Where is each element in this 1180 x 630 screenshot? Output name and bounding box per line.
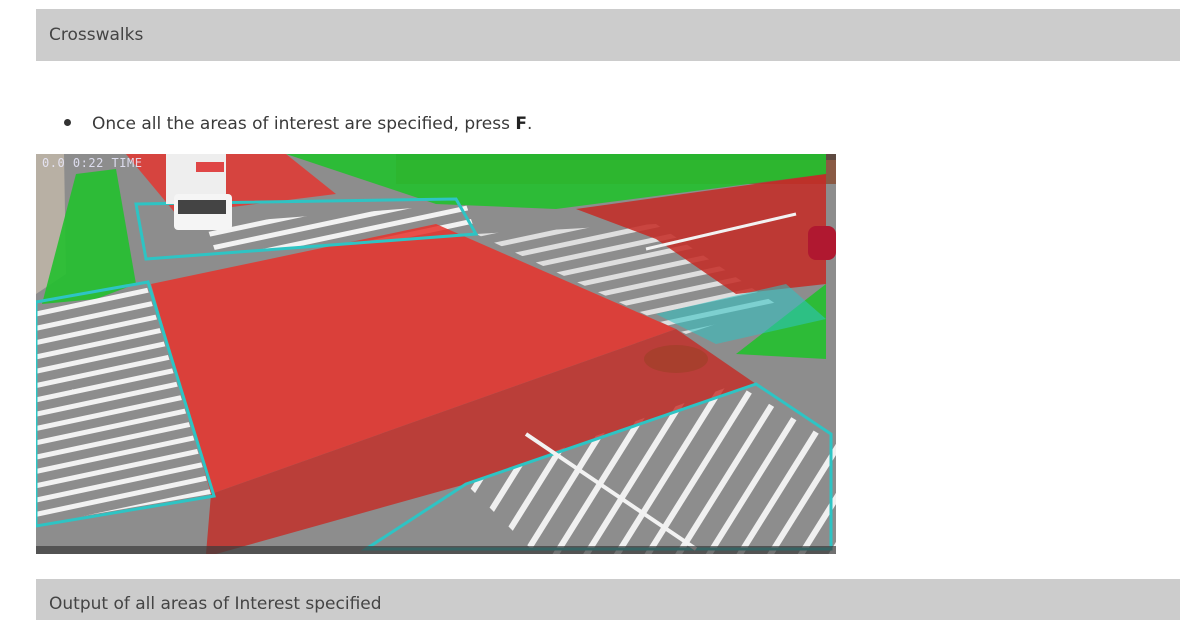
instruction-list-item: Once all the areas of interest are speci… — [64, 114, 532, 134]
truck — [166, 154, 232, 230]
manhole — [644, 345, 708, 373]
instruction-text: Once all the areas of interest are speci… — [92, 114, 516, 134]
section-header-output: Output of all areas of Interest specifie… — [36, 579, 1180, 620]
section-title: Output of all areas of Interest specifie… — [49, 594, 382, 614]
section-title: Crosswalks — [49, 25, 144, 45]
intersection-scene — [36, 154, 836, 554]
frame-bottom-band — [36, 546, 836, 554]
camera-timestamp: 0.0 0:22 TIME — [42, 156, 143, 170]
bullet-icon — [64, 118, 71, 126]
instruction-key: F — [515, 114, 527, 134]
instruction-punctuation: . — [526, 114, 533, 134]
section-header-crosswalks: Crosswalks — [36, 9, 1180, 61]
car — [808, 226, 836, 260]
camera-view-image: 0.0 0:22 TIME — [36, 154, 836, 554]
